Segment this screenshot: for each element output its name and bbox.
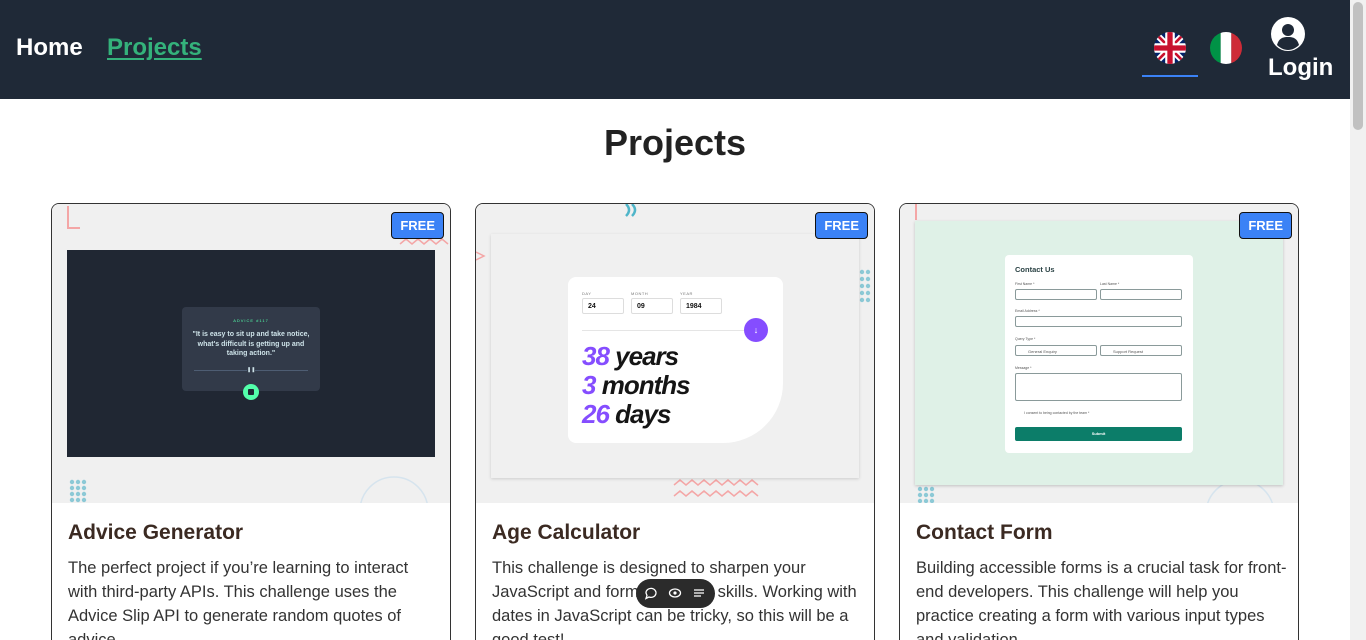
nav-home-link[interactable]: Home xyxy=(16,34,83,62)
italy-flag-icon[interactable] xyxy=(1210,32,1242,64)
first-name-label: First Name * xyxy=(1015,282,1035,286)
advice-quote: "It is easy to sit up and take notice, w… xyxy=(192,331,310,357)
email-field xyxy=(1015,316,1182,327)
user-circle-icon xyxy=(1271,17,1305,51)
contact-form-card: Contact Us First Name * Last Name * Emai… xyxy=(1005,255,1193,453)
dice-icon xyxy=(243,384,259,400)
free-badge: FREE xyxy=(391,212,444,239)
message-field xyxy=(1015,373,1182,401)
project-card-advice-generator[interactable]: ADVICE #117 "It is easy to sit up and ta… xyxy=(51,203,451,640)
day-field: DAY 24 xyxy=(582,291,624,314)
card-description: Building accessible forms is a crucial t… xyxy=(916,559,1287,640)
consent-checkbox: I consent to being contacted by the team… xyxy=(1024,411,1090,415)
project-thumbnail: ADVICE #117 "It is easy to sit up and ta… xyxy=(52,204,450,503)
month-field: MONTH 09 xyxy=(631,291,673,314)
project-card-contact-form[interactable]: Contact Us First Name * Last Name * Emai… xyxy=(899,203,1299,640)
year-field: YEAR 1984 xyxy=(680,291,722,314)
support-request-radio: Support Request xyxy=(1100,345,1182,356)
card-description: The perfect project if you’re learning t… xyxy=(68,559,409,640)
project-thumbnail: Contact Us First Name * Last Name * Emai… xyxy=(900,204,1298,503)
message-label: Message * xyxy=(1015,366,1032,370)
nav-projects-link[interactable]: Projects xyxy=(107,34,202,62)
days-result: 26 days xyxy=(582,399,671,429)
age-calculator-preview: DAY 24 MONTH 09 YEAR 1984 ↓ 38 years 3 m… xyxy=(491,234,859,478)
active-language-indicator xyxy=(1142,75,1198,77)
months-result: 3 months xyxy=(582,370,691,400)
project-card-age-calculator[interactable]: DAY 24 MONTH 09 YEAR 1984 ↓ 38 years 3 m… xyxy=(475,203,875,640)
advice-generator-preview: ADVICE #117 "It is easy to sit up and ta… xyxy=(67,250,435,457)
card-title: Age Calculator xyxy=(492,521,641,544)
scrollbar-thumb[interactable] xyxy=(1353,2,1363,130)
age-card: DAY 24 MONTH 09 YEAR 1984 ↓ 38 years 3 m… xyxy=(568,277,783,443)
last-name-field xyxy=(1100,289,1182,300)
submit-button: Submit xyxy=(1015,427,1182,441)
pause-icon: ❚❚ xyxy=(247,367,256,373)
top-nav-bar: Home Projects Login xyxy=(0,0,1350,99)
floating-toolbar xyxy=(636,579,715,608)
years-result: 38 years xyxy=(582,341,679,371)
form-title: Contact Us xyxy=(1015,265,1055,274)
email-label: Email Address * xyxy=(1015,309,1040,313)
arrow-down-icon: ↓ xyxy=(744,318,768,342)
list-icon[interactable] xyxy=(692,586,706,600)
page-title: Projects xyxy=(603,122,747,163)
project-thumbnail: DAY 24 MONTH 09 YEAR 1984 ↓ 38 years 3 m… xyxy=(476,204,874,503)
general-enquiry-radio: General Enquiry xyxy=(1015,345,1097,356)
card-title: Contact Form xyxy=(916,521,1053,544)
login-label: Login xyxy=(1268,54,1334,81)
free-badge: FREE xyxy=(815,212,868,239)
free-badge: FREE xyxy=(1239,212,1292,239)
first-name-field xyxy=(1015,289,1097,300)
card-title: Advice Generator xyxy=(68,521,244,544)
eye-icon[interactable] xyxy=(668,586,682,600)
comment-icon[interactable] xyxy=(644,586,658,600)
uk-flag-icon[interactable] xyxy=(1154,32,1186,64)
divider xyxy=(582,330,744,331)
advice-card: ADVICE #117 "It is easy to sit up and ta… xyxy=(182,307,320,400)
advice-number: ADVICE #117 xyxy=(233,318,269,323)
query-type-label: Query Type * xyxy=(1015,337,1036,341)
contact-form-preview: Contact Us First Name * Last Name * Emai… xyxy=(915,221,1283,485)
last-name-label: Last Name * xyxy=(1100,282,1120,286)
page-scrollbar[interactable] xyxy=(1350,0,1366,640)
login-button[interactable]: Login xyxy=(1268,16,1336,82)
